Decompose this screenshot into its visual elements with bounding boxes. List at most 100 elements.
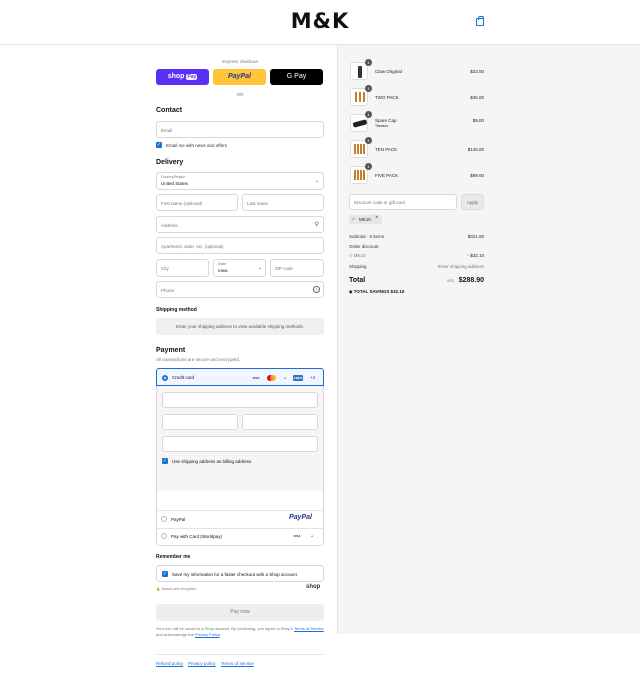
apartment-placeholder: Apartment, suite, etc. (optional) <box>161 244 224 249</box>
name-on-card-field[interactable] <box>162 436 318 452</box>
apply-button[interactable]: Apply <box>461 194 484 210</box>
state-select[interactable]: State Iowa ⌄ <box>213 259 266 277</box>
pay-now-button[interactable]: Pay now <box>156 604 324 621</box>
terms-of-service-link[interactable]: Terms of service <box>221 661 254 666</box>
shopping-bag-icon[interactable] <box>476 16 484 26</box>
contact-heading: Contact <box>156 107 183 114</box>
paypal-logo: PayPal <box>289 514 312 521</box>
express-checkout-title: Express checkout <box>222 59 258 64</box>
terms-and: and acknowledge the <box>156 632 195 637</box>
shop-pay-label: shop <box>167 73 185 80</box>
phone-placeholder: Phone <box>161 288 175 293</box>
worldpay-radio[interactable] <box>161 533 167 539</box>
product-price: $45.00 <box>470 95 484 100</box>
total-label: Total <box>349 277 366 284</box>
billing-label: Use shipping address as billing address <box>172 459 252 464</box>
discount-code-field[interactable]: Discount code or gift card <box>349 194 457 210</box>
credit-card-option[interactable]: Credit card VISA ● AMEX +4 <box>156 368 324 386</box>
or-divider: OR <box>236 92 244 97</box>
savings-value: $32.10 <box>390 289 405 294</box>
secure-note: 🔒 Secure and encrypted <box>156 587 196 591</box>
country-select[interactable]: Country/Region United States ⌄ <box>156 172 324 190</box>
zip-placeholder: ZIP code <box>275 266 293 271</box>
product-name: Spare Cap <box>375 118 397 123</box>
terms-text: Your info will be saved to a Shop accoun… <box>156 626 324 638</box>
paypal-label[interactable]: PayPal <box>171 517 185 522</box>
tag-icon: ⌂ <box>352 216 356 222</box>
mastercard-icon-2: ● <box>284 376 286 380</box>
terms-period: . <box>219 632 221 637</box>
paypal-radio[interactable] <box>161 516 167 522</box>
remember-me-box: ✓ Save my information for a faster check… <box>156 565 324 582</box>
product-name: Claw Original <box>375 69 402 74</box>
chevron-down-icon: ⌄ <box>314 178 319 184</box>
amex-icon: AMEX <box>293 375 303 381</box>
card-number-field[interactable] <box>162 392 318 408</box>
shop-logo: shop <box>306 584 321 590</box>
product-name: FIVE PACK <box>375 173 399 178</box>
credit-card-radio[interactable] <box>162 375 168 381</box>
total-value: $288.90 <box>458 277 484 284</box>
quantity-badge: 1 <box>365 111 372 118</box>
search-icon: ⚲ <box>314 222 319 228</box>
discount-tag-label: MK10 <box>359 217 371 222</box>
phone-field[interactable]: Phone ? <box>156 281 324 298</box>
product-price: $145.00 <box>467 147 484 152</box>
visa-icon: VISA <box>252 376 260 380</box>
state-value: Iowa <box>218 268 228 273</box>
currency-code: USD <box>446 279 454 283</box>
subtotal-value: $321.00 <box>467 234 484 239</box>
billing-checkbox[interactable]: ✓ <box>162 458 168 464</box>
save-info-checkbox[interactable]: ✓ <box>162 571 168 577</box>
discount-code-line: ◇ MK10 <box>349 253 365 259</box>
worldpay-label[interactable]: Pay with Card (Worldpay) <box>171 534 222 539</box>
more-cards-count: +4 <box>310 375 316 380</box>
shipping-note: Enter your shipping address to view avai… <box>175 324 305 329</box>
tos-link[interactable]: Terms of Service <box>294 626 324 631</box>
subtotal-label: Subtotal · 5 items <box>349 234 385 239</box>
google-pay-button[interactable]: G Pay <box>270 69 323 85</box>
zip-field[interactable]: ZIP code <box>270 259 324 277</box>
help-icon[interactable]: ? <box>313 286 320 293</box>
chevron-down-icon: ⌄ <box>257 265 262 271</box>
security-code-field[interactable] <box>242 414 318 430</box>
shop-pay-button[interactable]: shop Pay <box>156 69 209 85</box>
first-name-placeholder: First name (optional) <box>161 201 203 206</box>
paypal-express-button[interactable]: PayPal <box>213 69 266 85</box>
quantity-badge: 1 <box>365 85 372 92</box>
privacy-policy-link[interactable]: Privacy policy <box>188 661 216 666</box>
mastercard-icon: ● <box>311 534 313 538</box>
product-price: $9.00 <box>472 118 484 123</box>
city-placeholder: City <box>161 266 169 271</box>
save-info-label: Save my information for a faster checkou… <box>172 572 297 577</box>
payment-heading: Payment <box>156 347 186 354</box>
card-form: ✓ Use shipping address as billing addres… <box>157 386 323 491</box>
delivery-heading: Delivery <box>156 159 184 166</box>
order-discount-label: Order discount <box>349 244 379 249</box>
apartment-field[interactable]: Apartment, suite, etc. (optional) <box>156 237 324 254</box>
news-checkbox[interactable]: ✓ <box>156 142 162 148</box>
address-placeholder: Address <box>161 223 178 228</box>
refund-policy-link[interactable]: Refund policy <box>156 661 183 666</box>
secure-label: Secure and encrypted <box>161 587 196 591</box>
email-placeholder: Email <box>161 128 173 133</box>
last-name-placeholder: Last name <box>247 201 269 206</box>
visa-icon: VISA <box>293 534 301 538</box>
country-label: Country/Region <box>161 175 186 179</box>
privacy-link[interactable]: Privacy Policy <box>195 632 220 637</box>
product-price: $99.00 <box>470 173 484 178</box>
shipping-value: Enter shipping address <box>437 264 484 269</box>
product-image <box>352 119 367 128</box>
first-name-field[interactable]: First name (optional) <box>156 194 238 211</box>
product-price: $23.00 <box>470 69 484 74</box>
quantity-badge: 1 <box>365 137 372 144</box>
address-field[interactable]: Address ⚲ <box>156 216 324 233</box>
close-icon[interactable]: × <box>375 215 379 221</box>
city-field[interactable]: City <box>156 259 209 277</box>
logo[interactable]: M&K <box>0 9 640 33</box>
last-name-field[interactable]: Last name <box>242 194 324 211</box>
quantity-badge: 1 <box>365 163 372 170</box>
remember-me-heading: Remember me <box>156 554 191 560</box>
expiration-field[interactable] <box>162 414 238 430</box>
email-field[interactable]: Email <box>156 121 324 138</box>
